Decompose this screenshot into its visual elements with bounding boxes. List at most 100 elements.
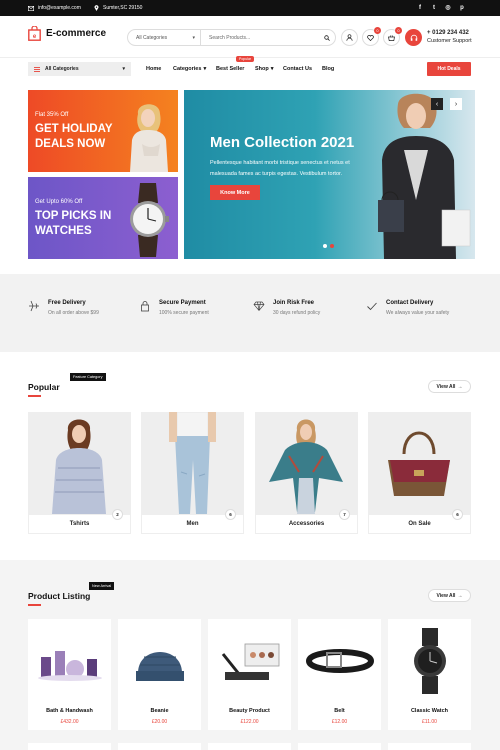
chevron-down-icon: ▾ bbox=[192, 34, 195, 41]
product-image bbox=[208, 619, 291, 702]
menu-icon bbox=[34, 66, 40, 72]
nav-contact[interactable]: Contact Us bbox=[283, 66, 312, 72]
svg-text:e: e bbox=[33, 34, 37, 40]
watch-photo bbox=[130, 183, 169, 257]
product-name: Classic Watch bbox=[410, 708, 449, 714]
section-title-popular: Popular bbox=[28, 382, 60, 392]
product-price: £11.00 bbox=[422, 719, 437, 725]
popular-badge: Popular bbox=[236, 56, 255, 62]
feature-title: Free Delivery bbox=[48, 300, 86, 306]
feature-item: Secure Payment 100% secure payment bbox=[139, 300, 209, 316]
nav-best-seller-label: Best Seller bbox=[216, 66, 245, 72]
feature-item: Free Delivery On all order above $99 bbox=[28, 300, 99, 316]
check-icon bbox=[366, 300, 378, 312]
feature-sub: 100% secure payment bbox=[159, 310, 209, 316]
heart-icon bbox=[367, 34, 374, 41]
category-card-men[interactable]: Men 6 bbox=[141, 412, 244, 534]
all-categories-dropdown[interactable]: All Categories ▾ bbox=[28, 62, 131, 76]
product-name: Belt bbox=[334, 708, 345, 714]
product-name: Beanie bbox=[150, 708, 169, 714]
holiday-deals-banner[interactable]: Flat 35% Off GET HOLIDAY DEALS NOW bbox=[28, 90, 178, 172]
category-count: 6 bbox=[225, 509, 236, 520]
facebook-icon[interactable]: f bbox=[416, 4, 424, 12]
product-price: £122.00 bbox=[240, 719, 259, 725]
banner-discount-text: Flat 35% Off bbox=[35, 112, 69, 118]
category-count: 6 bbox=[452, 509, 463, 520]
search-icon bbox=[324, 34, 330, 41]
feature-sub: We always value your safety bbox=[386, 310, 450, 316]
product-card-next-row[interactable] bbox=[208, 743, 291, 750]
category-image bbox=[141, 412, 244, 514]
top-bar: info@example.com Sumter,SC 29150 f t ◎ p bbox=[0, 0, 500, 16]
category-card-accessories[interactable]: Accessories 7 bbox=[255, 412, 358, 534]
view-all-popular-button[interactable]: View All → bbox=[428, 380, 471, 393]
pinterest-icon[interactable]: p bbox=[458, 4, 466, 12]
product-image bbox=[118, 619, 201, 702]
twitter-icon[interactable]: t bbox=[430, 4, 438, 12]
cart-button[interactable]: 0 bbox=[383, 27, 402, 46]
hero-title: Men Collection 2021 bbox=[210, 134, 355, 151]
nav-categories[interactable]: Categories ▾ bbox=[173, 66, 206, 72]
view-all-label: View All bbox=[436, 383, 456, 390]
email-info[interactable]: info@example.com bbox=[28, 5, 81, 11]
category-card-on-sale[interactable]: On Sale 6 bbox=[368, 412, 471, 534]
arrow-right-icon: → bbox=[457, 383, 463, 390]
product-card[interactable]: Belt £12.00 bbox=[298, 619, 381, 730]
hot-deals-button[interactable]: Hot Deals bbox=[427, 62, 471, 76]
banner-headline: TOP PICKS IN WATCHES bbox=[35, 210, 112, 237]
search-category-value: All Categories bbox=[136, 34, 168, 41]
feature-sub: On all order above $99 bbox=[48, 310, 99, 316]
instagram-icon[interactable]: ◎ bbox=[444, 4, 452, 12]
hero-model-photo bbox=[378, 93, 471, 259]
nav-shop[interactable]: Shop ▾ bbox=[255, 66, 274, 72]
all-categories-label: All Categories bbox=[45, 66, 79, 72]
search-category-select[interactable]: All Categories ▾ bbox=[128, 30, 201, 45]
product-card-next-row[interactable] bbox=[298, 743, 381, 750]
banner-headline: GET HOLIDAY DEALS NOW bbox=[35, 123, 113, 150]
slider-prev-button[interactable]: ‹ bbox=[431, 98, 443, 110]
view-all-products-button[interactable]: View All → bbox=[428, 589, 471, 602]
product-card-next-row[interactable] bbox=[28, 743, 111, 750]
slider-next-button[interactable]: › bbox=[450, 98, 462, 110]
search-input[interactable]: Search Products... bbox=[201, 35, 319, 41]
support-button[interactable] bbox=[405, 29, 422, 46]
lock-icon bbox=[139, 300, 151, 312]
account-button[interactable] bbox=[341, 29, 358, 46]
category-count: 7 bbox=[339, 509, 350, 520]
headphones-icon bbox=[410, 34, 418, 42]
nav-shop-label: Shop bbox=[255, 66, 269, 72]
nav-blog[interactable]: Blog bbox=[322, 66, 334, 72]
search-bar: All Categories ▾ Search Products... bbox=[127, 29, 336, 46]
slider-dot-active[interactable] bbox=[330, 244, 334, 248]
product-card-next-row[interactable] bbox=[388, 743, 471, 750]
basket-icon bbox=[388, 34, 395, 41]
nav-blog-label: Blog bbox=[322, 66, 335, 72]
product-card-next-row[interactable] bbox=[118, 743, 201, 750]
wishlist-button[interactable]: 0 bbox=[362, 27, 381, 46]
product-image bbox=[28, 619, 111, 702]
product-card[interactable]: Beanie £20.00 bbox=[118, 619, 201, 730]
watches-banner[interactable]: Get Upto 60% Off TOP PICKS IN WATCHES bbox=[28, 177, 178, 259]
category-card-tshirts[interactable]: Tshirts 2 bbox=[28, 412, 131, 534]
view-all-label: View All bbox=[436, 592, 456, 599]
search-button[interactable] bbox=[319, 34, 335, 41]
product-card[interactable]: Bath & Handwash £432.00 bbox=[28, 619, 111, 730]
know-more-button[interactable]: Know More bbox=[210, 185, 260, 200]
nav-best-seller[interactable]: Best Seller bbox=[216, 66, 244, 72]
title-underline bbox=[28, 604, 41, 606]
category-image bbox=[255, 412, 358, 514]
feature-sub: 30 days refund policy bbox=[273, 310, 321, 316]
slider-dot[interactable] bbox=[323, 244, 327, 248]
product-price: £432.00 bbox=[60, 719, 79, 725]
product-price: £20.00 bbox=[151, 719, 168, 725]
product-card[interactable]: Beauty Product £122.00 bbox=[208, 619, 291, 730]
wishlist-count: 0 bbox=[374, 27, 381, 34]
nav-home-label: Home bbox=[146, 66, 162, 72]
product-card[interactable]: Classic Watch £11.00 bbox=[388, 619, 471, 730]
diamond-icon bbox=[253, 300, 265, 312]
nav-home[interactable]: Home bbox=[146, 66, 161, 72]
address-info: Sumter,SC 29150 bbox=[94, 5, 142, 11]
features-strip: Free Delivery On all order above $99 Secu… bbox=[0, 274, 500, 352]
nav-categories-label: Categories bbox=[173, 66, 202, 72]
logo[interactable]: e E-commerce bbox=[28, 26, 106, 41]
